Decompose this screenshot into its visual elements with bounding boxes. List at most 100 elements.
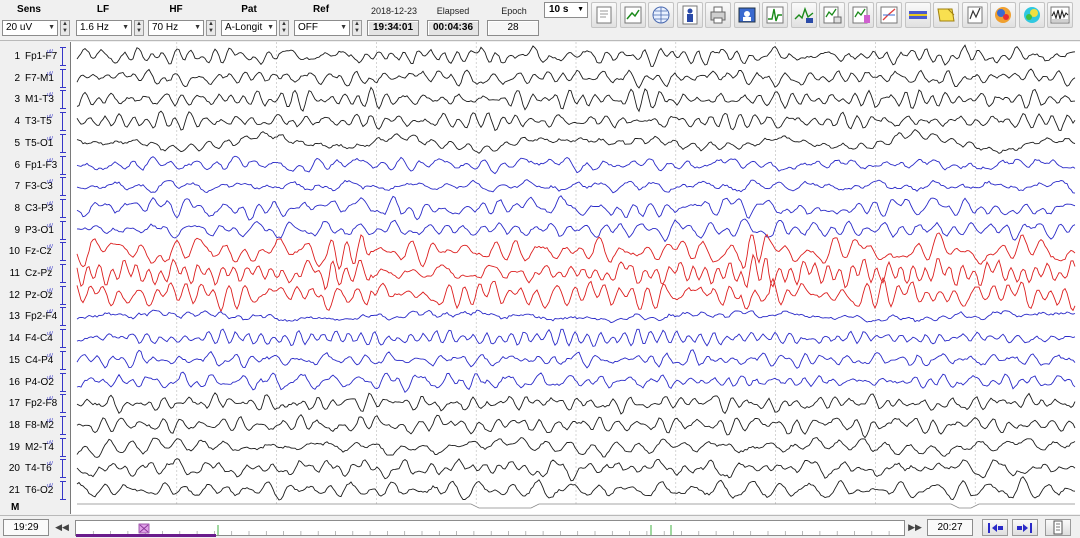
spectrum-band-icon[interactable] [904, 2, 931, 28]
page-view-icon[interactable] [1045, 519, 1071, 536]
channel-label[interactable]: 2 F7-M1 uV [0, 68, 70, 89]
chevron-down-icon: ▼ [267, 24, 274, 31]
scale-bar-icon [60, 285, 67, 305]
scale-bar-icon [60, 90, 67, 110]
channel-label[interactable]: 20 T4-T6 uV [0, 458, 70, 479]
hf-select[interactable]: 70 Hz ▼ [148, 20, 204, 36]
step-forward-icon[interactable] [1012, 519, 1038, 536]
scale-unit: uV [47, 114, 54, 121]
channel-label[interactable]: 21 T6-O2 uV [0, 480, 70, 501]
lf-select[interactable]: 1.6 Hz ▼ [76, 20, 132, 36]
recording-timeline[interactable] [75, 520, 905, 537]
eeg-trace [76, 458, 1076, 482]
elapsed-display: 00:04:36 [427, 20, 479, 36]
channel-label[interactable]: 16 P4-O2 uV [0, 372, 70, 393]
chevron-down-icon: ▼ [194, 24, 201, 31]
save-icon[interactable] [591, 2, 617, 28]
scale-bar-icon [60, 177, 67, 197]
channel-label[interactable]: 14 F4-C4 uV [0, 328, 70, 349]
channel-label[interactable]: 10 Fz-Cz uV [0, 241, 70, 262]
channel-number: 17 [8, 398, 20, 410]
scale-bar-icon [60, 329, 67, 349]
scale-unit: uV [47, 244, 54, 251]
eeg-trace-area[interactable] [70, 42, 1080, 514]
sens-select[interactable]: 20 uV ▼ [2, 20, 58, 36]
pat-select[interactable]: A-Longit ▼ [221, 20, 277, 36]
spike-detect-icon[interactable] [762, 2, 788, 28]
toolbar: Sens 20 uV ▼ ▲ ▼ LF 1.6 Hz ▼ ▲ ▼ HF 70 Hz ▼ ▲… [0, 0, 1080, 41]
timeline-bar: 19:29 ◀◀ ▶▶ 20:27 [0, 515, 1080, 538]
waveform-edit-icon[interactable] [790, 2, 817, 28]
pat-spinner[interactable]: ▲ ▼ [279, 20, 289, 36]
fast-forward-icon[interactable]: ▶▶ [906, 519, 924, 536]
lf-spinner[interactable]: ▲ ▼ [134, 20, 144, 36]
eeg-trace [76, 253, 1076, 291]
head-map-icon[interactable] [990, 2, 1016, 28]
duration-value: 10 s [549, 4, 569, 15]
scale-unit: uV [47, 483, 54, 489]
channel-label[interactable]: 7 F3-C3 uV [0, 176, 70, 197]
marker-channel-trace [77, 503, 1075, 509]
channel-label[interactable]: 17 Fp2-F8 uV [0, 393, 70, 414]
channel-label[interactable]: 15 C4-P4 uV [0, 350, 70, 371]
montage-edit-icon[interactable] [619, 2, 646, 28]
rewind-icon[interactable]: ◀◀ [53, 519, 71, 536]
sens-label: Sens [17, 4, 41, 15]
channel-number: 13 [8, 311, 20, 323]
scale-bar-icon [60, 415, 67, 435]
duration-select[interactable]: 10 s ▼ [544, 2, 588, 18]
channel-number: 1 [14, 51, 20, 62]
print-icon[interactable] [705, 2, 731, 28]
timeline-progress [76, 534, 216, 537]
scale-bar-icon [60, 242, 67, 262]
lf-label: LF [96, 4, 110, 15]
patient-info-icon[interactable] [676, 2, 703, 28]
scale-unit: uV [47, 309, 54, 316]
note-icon[interactable] [933, 2, 959, 28]
pat-label: Pat [241, 4, 257, 15]
timeline-track [76, 523, 890, 537]
color-map-icon[interactable] [1018, 2, 1045, 28]
report-icon[interactable] [819, 2, 845, 28]
channel-label[interactable]: 9 P3-O1 uV [0, 220, 70, 241]
trend-icon[interactable] [876, 2, 902, 28]
ref-spinner[interactable]: ▲ ▼ [352, 20, 362, 36]
channel-label[interactable]: 6 Fp1-F3 uV [0, 155, 70, 176]
step-back-icon[interactable] [982, 519, 1008, 536]
sens-spinner[interactable]: ▲ ▼ [60, 20, 70, 36]
channel-number: 12 [8, 289, 20, 301]
channel-label[interactable]: 13 Fp2-F4 uV [0, 306, 70, 327]
channel-label[interactable]: 18 F8-M2 uV [0, 415, 70, 436]
channel-label[interactable]: 1 Fp1-F7 uV [0, 46, 70, 67]
epoch-label: Epoch [501, 6, 527, 16]
picture-icon[interactable] [733, 2, 760, 28]
scale-unit: uV [47, 179, 54, 186]
scale-bar-icon [60, 372, 67, 392]
channel-label[interactable]: 11 Cz-Pz uV [0, 263, 70, 284]
scale-unit: uV [47, 266, 54, 272]
scale-bar-icon [60, 394, 67, 414]
channel-number: 18 [8, 419, 20, 431]
scale-unit: uV [47, 287, 54, 294]
channel-label[interactable]: 12 Pz-Oz uV [0, 285, 70, 306]
channel-label[interactable]: 8 C3-P3 uV [0, 198, 70, 219]
channel-label[interactable]: 4 T3-T5 uV [0, 111, 70, 132]
channel-number: 20 [8, 463, 20, 475]
scale-bar-icon [60, 112, 67, 132]
map-globe-icon[interactable] [648, 2, 674, 28]
channel-number: 21 [8, 485, 20, 496]
scale-bar-icon [60, 155, 67, 175]
wave-analysis-icon[interactable] [1047, 2, 1073, 28]
scale-bar-icon [60, 264, 67, 283]
hf-spinner[interactable]: ▲ ▼ [206, 20, 216, 36]
scale-unit: uV [47, 352, 54, 359]
channel-label[interactable]: 19 M2-T4 uV [0, 437, 70, 458]
channel-number: 6 [14, 159, 20, 171]
scale-unit: uV [47, 331, 54, 338]
channel-label[interactable]: 5 T5-O1 uV [0, 133, 70, 154]
ref-select[interactable]: OFF ▼ [294, 20, 350, 36]
marker-icon[interactable] [847, 2, 874, 28]
channel-label[interactable]: 3 M1-T3 uV [0, 89, 70, 110]
analysis-icon[interactable] [961, 2, 988, 28]
channel-number: 16 [8, 376, 20, 388]
